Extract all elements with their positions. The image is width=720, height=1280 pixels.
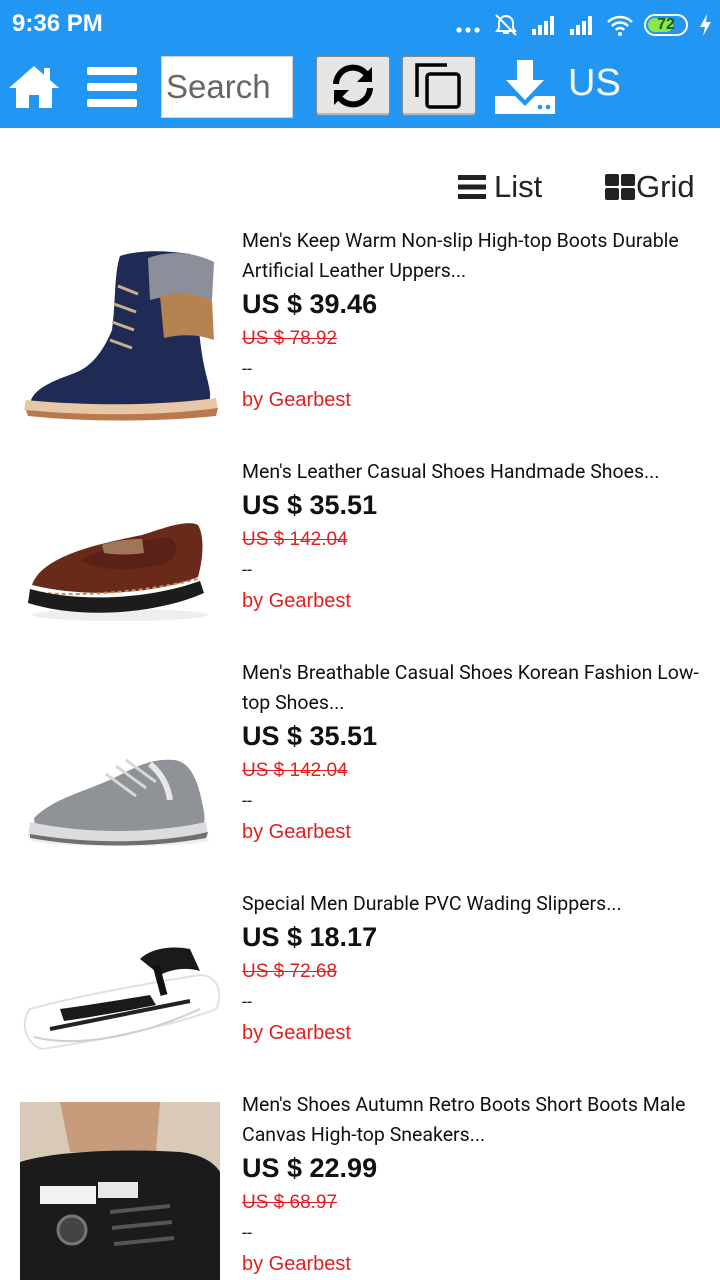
product-rating-placeholder: -- <box>242 992 252 1013</box>
product-old-price: US $ 72.68 <box>242 961 338 982</box>
wifi-icon <box>607 15 633 36</box>
product-rating-placeholder: -- <box>242 359 252 380</box>
copy-icon <box>415 63 461 109</box>
status-icons: 72 <box>454 10 712 40</box>
status-bar: 9:36 PM 72 <box>0 0 720 50</box>
product-rating-placeholder: -- <box>242 1223 252 1244</box>
product-price: US $ 18.17 <box>242 922 378 952</box>
refresh-button[interactable] <box>316 56 390 116</box>
product-old-price: US $ 142.04 <box>242 760 348 781</box>
product-title[interactable]: Men's Breathable Casual Shoes Korean Fas… <box>242 658 714 718</box>
copy-button[interactable] <box>402 56 476 116</box>
menu-button[interactable] <box>84 60 140 114</box>
product-seller[interactable]: by Gearbest <box>242 585 714 617</box>
status-time: 9:36 PM <box>12 10 103 37</box>
alarm-off-icon <box>495 14 517 36</box>
signal-icon <box>570 16 592 35</box>
product-image-white-slipper <box>20 889 220 1089</box>
menu-icon <box>87 67 137 107</box>
product-price: US $ 22.99 <box>242 1153 378 1183</box>
product-image-navy-boot <box>20 226 220 426</box>
product-rating-placeholder: -- <box>242 791 252 812</box>
product-seller[interactable]: by Gearbest <box>242 1248 714 1280</box>
product-seller[interactable]: by Gearbest <box>242 1017 714 1049</box>
download-icon <box>495 60 555 114</box>
product-price: US $ 35.51 <box>242 721 378 751</box>
grid-view-label: Grid <box>636 169 695 204</box>
download-button[interactable] <box>490 56 560 118</box>
list-view-toggle[interactable]: List <box>458 166 542 208</box>
grid-view-toggle[interactable]: Grid <box>605 166 695 208</box>
product-info: Men's Leather Casual Shoes Handmade Shoe… <box>242 457 714 617</box>
product-title[interactable]: Men's Keep Warm Non-slip High-top Boots … <box>242 226 714 286</box>
product-seller[interactable]: by Gearbest <box>242 816 714 848</box>
product-price: US $ 35.51 <box>242 490 378 520</box>
product-info: Men's Shoes Autumn Retro Boots Short Boo… <box>242 1090 714 1280</box>
list-view-label: List <box>494 169 543 204</box>
list-icon <box>458 175 486 199</box>
battery-icon: 72 <box>644 14 688 36</box>
product-rating-placeholder: -- <box>242 560 252 581</box>
home-button[interactable] <box>6 60 62 114</box>
refresh-icon <box>333 64 373 108</box>
grid-icon <box>605 174 635 200</box>
signal-icon <box>532 16 554 35</box>
product-title[interactable]: Men's Shoes Autumn Retro Boots Short Boo… <box>242 1090 714 1150</box>
product-image-black-sneaker <box>20 1102 220 1280</box>
charging-icon <box>700 14 711 36</box>
search-input[interactable] <box>162 57 292 117</box>
product-image-gray-sneaker <box>20 718 220 918</box>
home-icon <box>9 66 59 108</box>
product-title[interactable]: Special Men Durable PVC Wading Slippers.… <box>242 889 714 919</box>
more-dots-icon <box>456 27 480 33</box>
region-label[interactable]: US <box>568 62 621 105</box>
product-info: Special Men Durable PVC Wading Slippers.… <box>242 889 714 1049</box>
product-old-price: US $ 142.04 <box>242 529 348 550</box>
search-box <box>161 56 293 118</box>
app-toolbar: US <box>0 50 720 128</box>
product-image-brown-loafer <box>20 457 220 657</box>
product-info: Men's Breathable Casual Shoes Korean Fas… <box>242 658 714 848</box>
battery-level: 72 <box>657 16 675 33</box>
product-old-price: US $ 68.97 <box>242 1192 338 1213</box>
product-old-price: US $ 78.92 <box>242 328 338 349</box>
product-info: Men's Keep Warm Non-slip High-top Boots … <box>242 226 714 416</box>
product-title[interactable]: Men's Leather Casual Shoes Handmade Shoe… <box>242 457 714 487</box>
product-seller[interactable]: by Gearbest <box>242 384 714 416</box>
product-price: US $ 39.46 <box>242 289 378 319</box>
